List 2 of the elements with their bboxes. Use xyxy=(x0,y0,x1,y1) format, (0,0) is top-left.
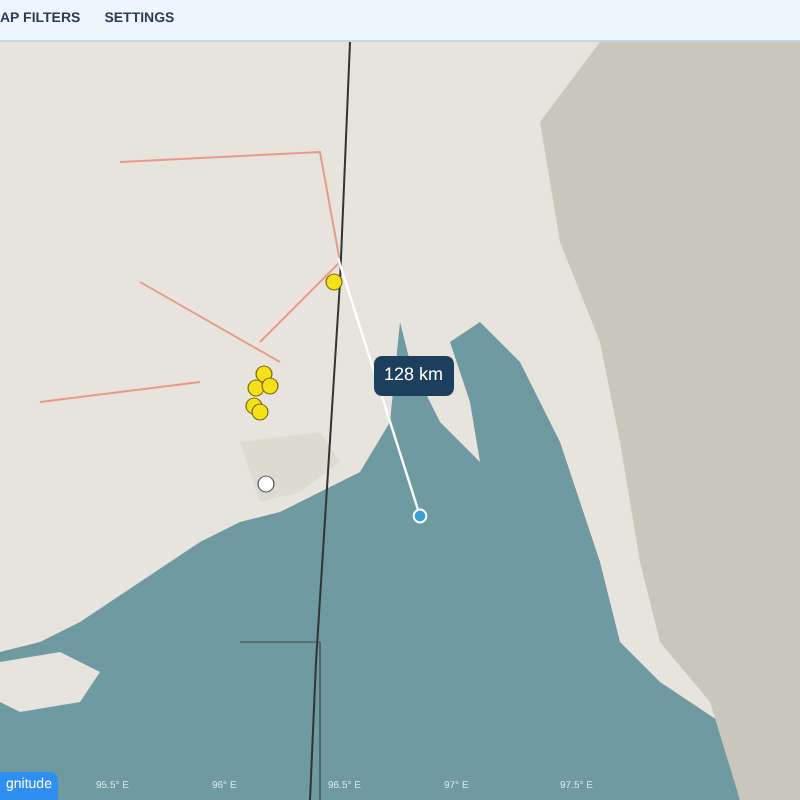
distance-label: 128 km xyxy=(374,356,454,395)
location-dot-icon[interactable] xyxy=(412,508,428,524)
